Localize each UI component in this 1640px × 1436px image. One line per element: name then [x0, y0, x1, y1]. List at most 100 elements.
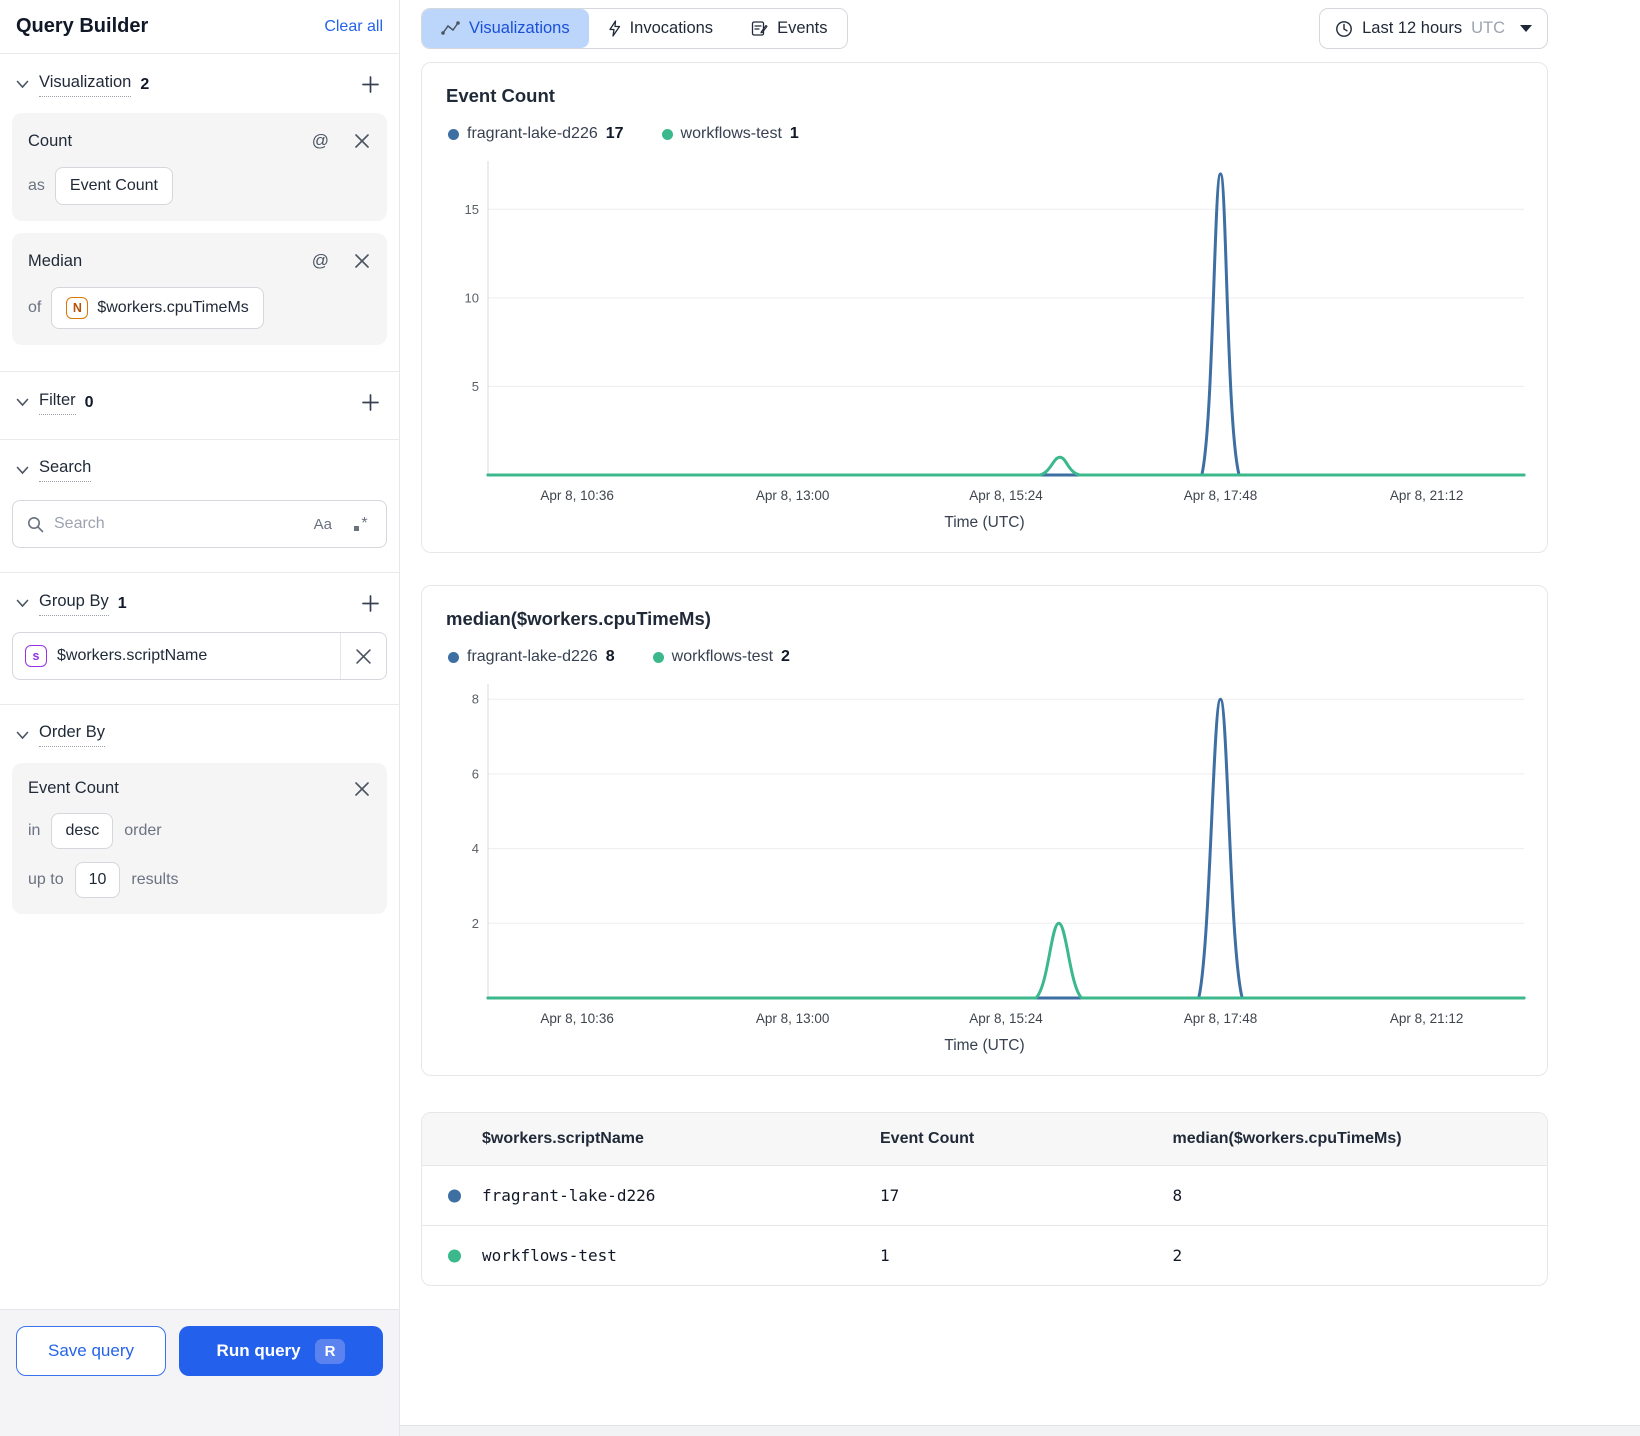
group-by-field[interactable]: s $workers.scriptName [12, 632, 387, 680]
result-limit-input[interactable]: 10 [74, 862, 121, 898]
group-by-section: Group By 1 s $workers.scriptName [0, 573, 399, 705]
results-table: $workers.scriptName Event Count median($… [422, 1113, 1547, 1285]
order-by-section: Order By Event Count in desc order up to… [0, 705, 399, 940]
tab-events[interactable]: Events [732, 9, 847, 48]
filter-section-label: Filter [39, 391, 76, 415]
tab-invocations[interactable]: Invocations [588, 9, 733, 48]
visualization-section-label: Visualization [39, 73, 132, 97]
svg-text:10: 10 [465, 290, 479, 305]
svg-text:15: 15 [465, 202, 479, 217]
chevron-down-icon [16, 731, 29, 740]
script-name-cell: workflows-test [482, 1246, 617, 1265]
legend-name: fragrant-lake-d226 [467, 125, 598, 142]
col-script-name: $workers.scriptName [422, 1113, 872, 1166]
median-cpu-line-chart[interactable]: 2 4 6 8 Apr 8, 10:36 Apr 8, 13:00 Apr 8, 15:24… [446, 680, 1526, 1030]
plus-icon [362, 394, 379, 411]
filter-section-header[interactable]: Filter 0 [0, 376, 399, 425]
order-by-card: Event Count in desc order up to 10 resul… [12, 763, 387, 914]
view-tabs: Visualizations Invocations Events [421, 8, 848, 49]
col-event-count: Event Count [872, 1113, 1165, 1166]
sidebar-title: Query Builder [16, 15, 149, 37]
add-filter-button[interactable] [358, 390, 383, 415]
number-type-icon: N [66, 297, 89, 319]
legend-item[interactable]: workflows-test 1 [661, 125, 799, 143]
query-builder-sidebar: Query Builder Clear all Visualization 2 … [0, 0, 400, 1436]
topbar: Visualizations Invocations Events Last 1… [421, 8, 1548, 49]
group-by-section-label: Group By [39, 592, 109, 616]
save-query-button[interactable]: Save query [16, 1326, 166, 1376]
remove-order-by-button[interactable] [353, 780, 371, 798]
clear-all-button[interactable]: Clear all [324, 18, 383, 36]
legend-item[interactable]: fragrant-lake-d226 8 [448, 648, 615, 666]
search-field: Aa * [12, 500, 387, 548]
chevron-down-icon [16, 466, 29, 475]
close-icon [356, 648, 371, 664]
order-by-section-header[interactable]: Order By [0, 709, 399, 757]
event-count-line-chart[interactable]: 5 10 15 Apr 8, 10:36 Apr 8, 13:00 Apr 8, 15:2… [446, 157, 1526, 507]
sort-direction-selector[interactable]: desc [51, 813, 114, 849]
svg-text:Apr 8, 15:24: Apr 8, 15:24 [969, 488, 1043, 503]
add-group-by-button[interactable] [358, 591, 383, 616]
remove-median-button[interactable] [353, 252, 371, 270]
tab-visualizations[interactable]: Visualizations [422, 9, 589, 48]
series-color-dot [448, 1249, 461, 1262]
x-axis-label: Time (UTC) [944, 1037, 1025, 1054]
svg-text:4: 4 [472, 841, 479, 856]
up-to-label: up to [28, 871, 64, 888]
chart-title: median($workers.cpuTimeMs) [446, 608, 711, 629]
median-field-selector[interactable]: N $workers.cpuTimeMs [51, 287, 264, 329]
chart-title: Event Count [446, 85, 555, 106]
lightning-icon [608, 20, 620, 37]
legend-dot [661, 128, 673, 140]
at-mention-button[interactable]: @ [310, 129, 331, 153]
series-color-dot [448, 1189, 461, 1202]
median-cell: 8 [1172, 1186, 1183, 1205]
count-alias-field[interactable]: Event Count [54, 167, 173, 205]
table-row: fragrant-lake-d226 17 8 [422, 1166, 1547, 1226]
order-by-field: Event Count [28, 779, 119, 797]
group-by-field-name: $workers.scriptName [57, 647, 208, 664]
event-count-chart-card: Event Count fragrant-lake-d226 17 workfl… [421, 62, 1548, 553]
svg-text:Apr 8, 21:12: Apr 8, 21:12 [1390, 488, 1464, 503]
search-section: Search Aa * [0, 440, 399, 573]
clock-icon [1336, 20, 1352, 37]
group-by-count: 1 [117, 594, 127, 612]
visualization-count: 2 [140, 75, 150, 93]
remove-group-by-button[interactable] [340, 633, 386, 679]
legend-item[interactable]: fragrant-lake-d226 17 [448, 125, 624, 143]
median-card-title: Median [28, 251, 83, 270]
order-by-section-label: Order By [39, 723, 106, 747]
results-table-card: $workers.scriptName Event Count median($… [421, 1112, 1548, 1286]
col-median: median($workers.cpuTimeMs) [1164, 1113, 1547, 1166]
regex-toggle[interactable]: * [350, 513, 372, 535]
remove-count-button[interactable] [353, 132, 371, 150]
x-axis-label: Time (UTC) [944, 514, 1025, 531]
tab-visualizations-label: Visualizations [469, 19, 570, 37]
tab-invocations-label: Invocations [629, 19, 714, 37]
at-mention-button[interactable]: @ [310, 249, 331, 273]
svg-text:8: 8 [472, 692, 479, 707]
time-range-selector[interactable]: Last 12 hours UTC [1319, 8, 1548, 49]
search-section-header[interactable]: Search [0, 444, 399, 492]
svg-text:Apr 8, 17:48: Apr 8, 17:48 [1184, 488, 1258, 503]
run-shortcut-badge: R [314, 1338, 346, 1364]
median-visualization-card: Median @ of N $workers.cpuTimeMs [12, 233, 387, 345]
legend-item[interactable]: workflows-test 2 [652, 648, 790, 666]
add-visualization-button[interactable] [358, 72, 383, 97]
search-section-label: Search [39, 458, 92, 482]
legend-dot [448, 651, 459, 663]
svg-text:Apr 8, 15:24: Apr 8, 15:24 [969, 1011, 1043, 1026]
svg-text:Apr 8, 13:00: Apr 8, 13:00 [756, 1011, 830, 1026]
visualization-section-header[interactable]: Visualization 2 [0, 58, 399, 107]
group-by-section-header[interactable]: Group By 1 [0, 577, 399, 626]
match-case-toggle[interactable]: Aa [312, 514, 334, 535]
legend-value: 17 [605, 125, 624, 142]
svg-text:*: * [361, 515, 367, 532]
chevron-down-icon [16, 80, 29, 89]
run-query-button[interactable]: Run query R [179, 1326, 383, 1376]
visualization-section: Visualization 2 Count @ as Event Count M… [0, 54, 399, 372]
as-label: as [28, 177, 45, 194]
count-card-title: Count [28, 131, 73, 150]
svg-text:Apr 8, 10:36: Apr 8, 10:36 [540, 488, 614, 503]
search-input[interactable] [54, 515, 302, 533]
